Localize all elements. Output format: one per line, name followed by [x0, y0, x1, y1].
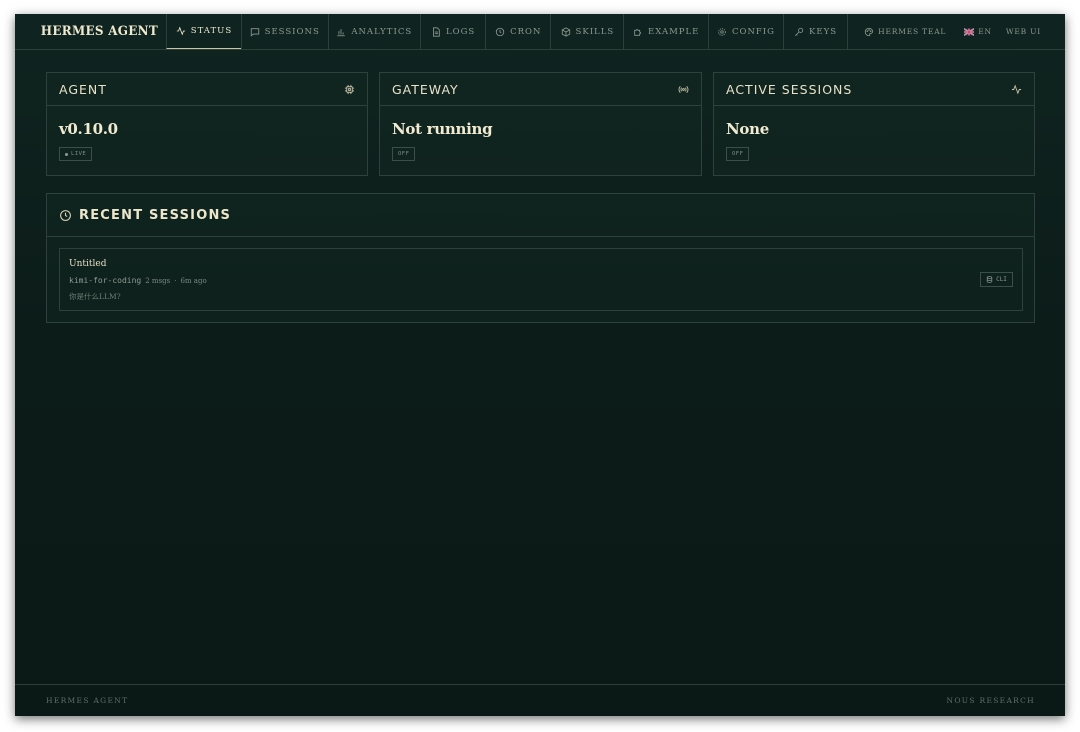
active-sessions-card: ACTIVE SESSIONS None OFF: [713, 72, 1035, 176]
activity-icon: [1011, 84, 1022, 94]
theme-switcher[interactable]: HERMES TEAL: [864, 27, 946, 37]
recent-sessions-panel: RECENT SESSIONS Untitled kimi-for-coding…: [46, 193, 1035, 323]
badge-label: OFF: [398, 151, 410, 157]
tab-example[interactable]: EXAMPLE: [623, 14, 708, 49]
session-sep: ·: [174, 277, 177, 285]
tab-label: SKILLS: [575, 26, 615, 37]
session-age: 6m ago: [180, 277, 207, 285]
gateway-card: GATEWAY Not running OFF: [379, 72, 702, 176]
recent-sessions-title: RECENT SESSIONS: [79, 207, 232, 223]
package-icon: [561, 26, 570, 37]
tab-label: CONFIG: [731, 26, 775, 37]
tab-sessions[interactable]: SESSIONS: [240, 14, 328, 49]
tab-skills[interactable]: SKILLS: [550, 14, 623, 49]
language-switcher[interactable]: EN: [964, 27, 992, 37]
clock-icon: [495, 27, 505, 36]
session-meta: kimi-for-coding 2 msgs · 6m ago: [69, 276, 207, 285]
card-header: GATEWAY: [380, 73, 701, 106]
session-cli-button[interactable]: CLI: [980, 272, 1013, 287]
gateway-status: Not running: [392, 120, 493, 138]
file-text-icon: [433, 26, 440, 37]
tab-label: LOGS: [445, 26, 476, 37]
tab-label: SESSIONS: [264, 26, 320, 37]
bar-chart-icon: [337, 28, 346, 36]
web-ui-label: WEB UI: [1005, 27, 1041, 36]
card-header: ACTIVE SESSIONS: [714, 73, 1034, 106]
status-dot-icon: [65, 152, 68, 156]
session-msgs: 2 msgs: [145, 277, 171, 285]
status-badge: OFF: [726, 147, 750, 161]
nav-right-controls: HERMES TEAL EN WEB UI: [847, 14, 1065, 49]
top-nav: HERMES AGENT STATUS SESSIONS ANALYTICS L…: [15, 14, 1065, 50]
status-badge: LIVE: [59, 147, 93, 161]
button-label: CLI: [996, 276, 1007, 283]
active-sessions-value: None: [726, 120, 769, 138]
brand-logo[interactable]: HERMES AGENT: [15, 14, 158, 49]
session-row[interactable]: Untitled kimi-for-coding 2 msgs · 6m ago…: [59, 248, 1023, 311]
tab-config[interactable]: CONFIG: [708, 14, 783, 49]
session-title: Untitled: [69, 259, 107, 269]
app-window: HERMES AGENT STATUS SESSIONS ANALYTICS L…: [15, 14, 1065, 716]
cpu-icon: [344, 84, 355, 94]
card-title: ACTIVE SESSIONS: [726, 81, 853, 97]
puzzle-icon: [634, 28, 641, 36]
badge-label: OFF: [732, 151, 744, 157]
tab-status[interactable]: STATUS: [166, 14, 241, 49]
session-model: kimi-for-coding: [69, 276, 142, 285]
database-icon: [986, 276, 993, 283]
language-label: EN: [978, 27, 992, 36]
tab-label: ANALYTICS: [351, 26, 413, 37]
key-icon: [795, 27, 804, 36]
clock-icon: [60, 209, 71, 221]
tab-cron[interactable]: CRON: [485, 14, 550, 49]
radio-signal-icon: [678, 85, 689, 93]
status-badge: OFF: [392, 147, 416, 161]
badge-label: LIVE: [71, 151, 87, 157]
tab-logs[interactable]: LOGS: [419, 14, 485, 49]
card-title: AGENT: [59, 81, 107, 97]
footer-brand: HERMES AGENT: [46, 696, 129, 705]
tab-keys[interactable]: KEYS: [782, 14, 847, 49]
tab-analytics[interactable]: ANALYTICS: [327, 14, 420, 49]
palette-icon: [865, 27, 874, 36]
gear-icon: [718, 27, 726, 36]
session-preview: 你是什么LLM?: [69, 292, 121, 301]
uk-flag-icon: [964, 27, 975, 36]
agent-card: AGENT v0.10.0 LIVE: [46, 72, 368, 176]
footer-credit: NOUS RESEARCH: [946, 696, 1035, 705]
chat-icon: [250, 27, 259, 37]
tab-label: CRON: [510, 26, 542, 37]
tab-label: EXAMPLE: [648, 26, 700, 37]
tab-label: STATUS: [190, 26, 233, 36]
activity-icon: [176, 26, 185, 36]
footer: HERMES AGENT NOUS RESEARCH: [15, 684, 1065, 716]
tab-label: KEYS: [809, 26, 838, 37]
recent-sessions-header: RECENT SESSIONS: [47, 194, 1034, 237]
theme-label: HERMES TEAL: [878, 27, 947, 36]
agent-version: v0.10.0: [59, 120, 118, 138]
card-header: AGENT: [47, 73, 367, 106]
card-title: GATEWAY: [392, 81, 459, 97]
